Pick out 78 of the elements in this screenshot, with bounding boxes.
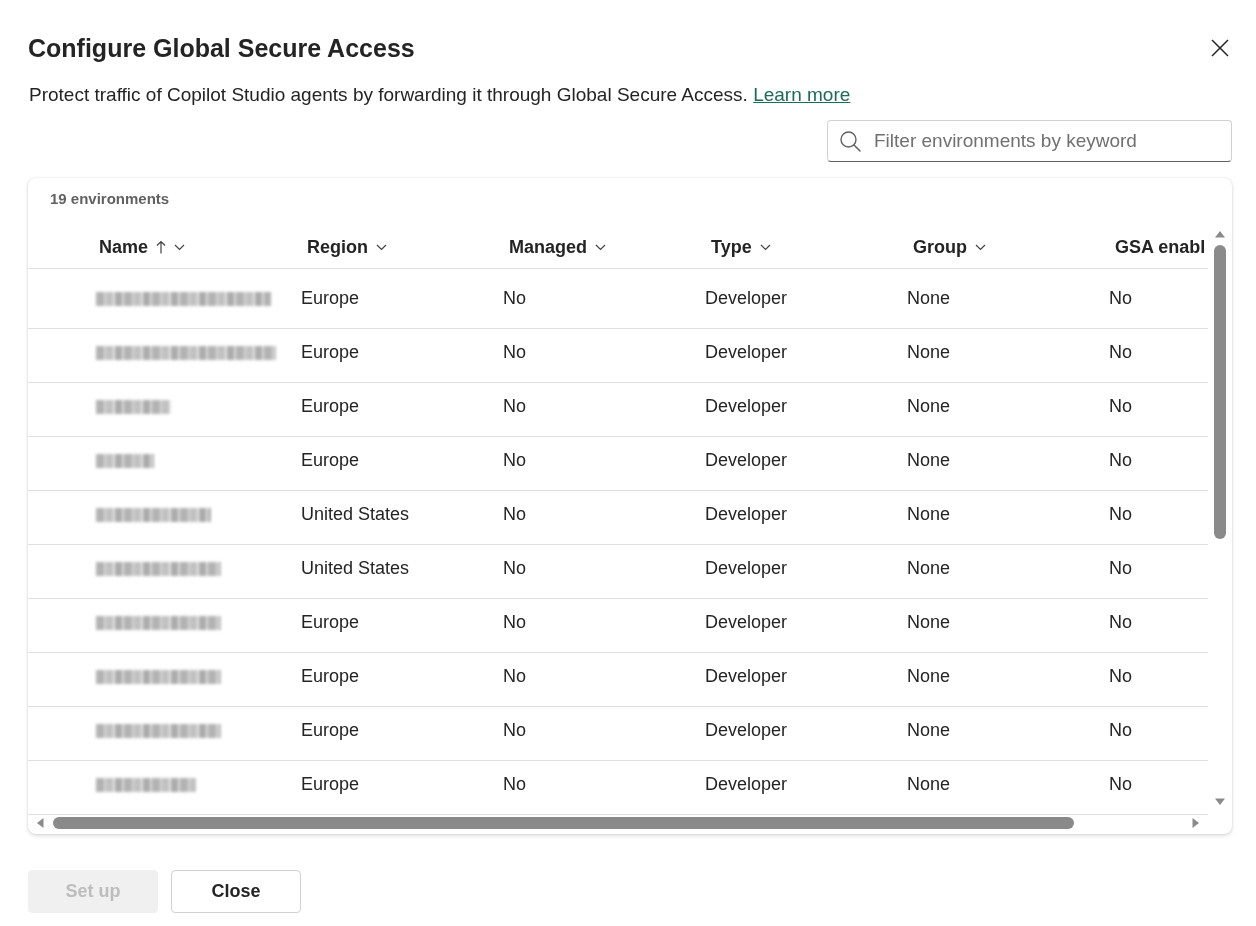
table-cell-text: Europe (300, 720, 360, 741)
scroll-right-icon[interactable] (1192, 817, 1200, 829)
scroll-down-icon[interactable] (1214, 798, 1226, 806)
column-header[interactable]: GSA enabl (1115, 236, 1206, 258)
table-cell-text: None (906, 342, 951, 363)
column-header[interactable]: Managed (509, 236, 606, 258)
table-cell-text: No (502, 720, 526, 741)
table-cell-text: None (906, 666, 951, 687)
table-cell-text: No (1108, 396, 1132, 417)
table-cell-text: No (502, 504, 526, 525)
table-cell-text: No (502, 450, 526, 471)
dialog-title: Configure Global Secure Access (28, 33, 415, 64)
table-cell-text: Europe (300, 612, 360, 633)
close-icon (1211, 39, 1229, 57)
table-cell-text: None (906, 774, 951, 795)
close-button[interactable] (1211, 39, 1229, 57)
search-icon (840, 131, 861, 152)
table-cell-text: Developer (704, 504, 788, 525)
table-cell-text: No (502, 666, 526, 687)
table-cell-text: None (906, 504, 951, 525)
table-cell-text: None (906, 720, 951, 741)
table-cell-text: Europe (300, 288, 360, 309)
table-cell-text: No (502, 396, 526, 417)
column-header[interactable]: Region (307, 236, 387, 258)
table-cell-text: Europe (300, 774, 360, 795)
table-cell-text: None (906, 450, 951, 471)
table-cell-text: Developer (704, 666, 788, 687)
table-cell-text: No (1108, 450, 1132, 471)
table-cell-text: Developer (704, 450, 788, 471)
horizontal-scrollbar-thumb[interactable] (53, 817, 1074, 829)
table-cell-text: United States (300, 558, 410, 579)
environment-count: 19 environments (50, 190, 170, 208)
scroll-up-icon[interactable] (1214, 230, 1226, 238)
table-cell-text: None (906, 612, 951, 633)
search-field[interactable]: Filter environments by keyword (827, 120, 1232, 162)
table-cell-text: No (1108, 504, 1132, 525)
chevron-down-icon (759, 243, 771, 251)
table-cell-text: Europe (300, 396, 360, 417)
blurred-text (96, 453, 154, 468)
table-cell-text: No (1108, 612, 1132, 633)
table-cell-text: Developer (704, 288, 788, 309)
table-cell-text: United States (300, 504, 410, 525)
vertical-scrollbar-thumb[interactable] (1214, 245, 1226, 539)
table-cell-text: No (1108, 558, 1132, 579)
table-cell-text: Europe (300, 342, 360, 363)
table-cell-text: No (1108, 288, 1132, 309)
learn-more-link[interactable]: Learn more (753, 84, 851, 105)
table-cell-text: Developer (704, 720, 788, 741)
table-cell-text: Developer (704, 396, 788, 417)
table-cell-text: Developer (704, 612, 788, 633)
table-cell-text: Europe (300, 666, 360, 687)
column-header[interactable]: Group (913, 236, 986, 258)
arrow-up-icon (156, 240, 167, 254)
table-cell-text: Developer (704, 558, 788, 579)
chevron-down-icon (174, 243, 186, 251)
scroll-left-icon[interactable] (36, 817, 44, 829)
table-cell-text: Developer (704, 774, 788, 795)
chevron-down-icon (595, 243, 606, 251)
table-cell-text: None (906, 288, 951, 309)
close-button[interactable]: Close (171, 870, 301, 913)
table-cell-text: No (502, 774, 526, 795)
table-cell-text: No (1108, 774, 1132, 795)
table-cell-text: No (1108, 720, 1132, 741)
table-cell-text: No (1108, 666, 1132, 687)
table-cell-text: Europe (300, 450, 360, 471)
table-cell-text: Developer (704, 342, 788, 363)
table-cell-text: No (502, 288, 526, 309)
description-text: Protect traffic of Copilot Studio agents by forwarding it through Global Secure Access. Learn more (29, 83, 852, 107)
table-cell-text: None (906, 558, 951, 579)
table-cell-text: No (502, 558, 526, 579)
column-header[interactable]: Name (99, 236, 186, 258)
table-cell-text: No (1108, 342, 1132, 363)
table-cell-text: No (502, 342, 526, 363)
column-header[interactable]: Type (711, 236, 771, 258)
chevron-down-icon (975, 243, 986, 251)
table-cell-text: No (502, 612, 526, 633)
table-cell-text: None (906, 396, 951, 417)
chevron-down-icon (376, 243, 387, 251)
